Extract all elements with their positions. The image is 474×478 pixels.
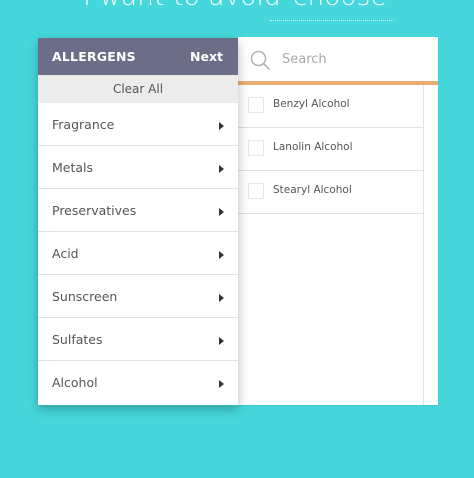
category-item-sulfates[interactable]: Sulfates (38, 318, 238, 361)
caret-right-icon (219, 251, 224, 259)
search-input[interactable] (282, 48, 430, 70)
next-button[interactable]: Next (190, 49, 223, 64)
search-bar (238, 37, 438, 85)
option-row[interactable]: Stearyl Alcohol (238, 171, 423, 214)
category-item-preservatives[interactable]: Preservatives (38, 189, 238, 232)
caret-right-icon (219, 294, 224, 302)
menu-title: ALLERGENS (52, 49, 136, 64)
option-checkbox[interactable] (248, 97, 264, 113)
category-label: Sulfates (52, 332, 103, 347)
allergen-category-menu: ALLERGENS Next Clear All Fragrance Metal… (38, 38, 238, 405)
option-label: Benzyl Alcohol (273, 98, 350, 110)
caret-right-icon (219, 208, 224, 216)
category-label: Sunscreen (52, 289, 118, 304)
category-label: Fragrance (52, 117, 115, 132)
caret-right-icon (219, 165, 224, 173)
category-list: Fragrance Metals Preservatives Acid Suns… (38, 103, 238, 403)
caret-right-icon (219, 122, 224, 130)
menu-header: ALLERGENS Next (38, 38, 238, 75)
option-label: Lanolin Alcohol (273, 141, 353, 153)
allergen-options-panel: Benzyl Alcohol Lanolin Alcohol Stearyl A… (238, 37, 438, 405)
heading-choose-dropdown[interactable]: choose (289, 0, 391, 12)
option-row[interactable]: Lanolin Alcohol (238, 128, 423, 171)
category-label: Acid (52, 246, 79, 261)
category-item-alcohol[interactable]: Alcohol (38, 361, 238, 403)
category-item-metals[interactable]: Metals (38, 146, 238, 189)
page-heading: I want to avoid choose (0, 0, 474, 12)
option-checkbox[interactable] (248, 140, 264, 156)
search-icon (250, 50, 270, 70)
category-item-acid[interactable]: Acid (38, 232, 238, 275)
option-list: Benzyl Alcohol Lanolin Alcohol Stearyl A… (238, 85, 424, 405)
category-item-fragrance[interactable]: Fragrance (38, 103, 238, 146)
option-checkbox[interactable] (248, 183, 264, 199)
heading-prefix: I want to avoid (83, 0, 281, 12)
caret-right-icon (219, 337, 224, 345)
heading-choose-underline (270, 20, 394, 21)
option-row[interactable]: Benzyl Alcohol (238, 85, 423, 128)
category-label: Alcohol (52, 375, 98, 390)
clear-all-button[interactable]: Clear All (38, 75, 238, 103)
category-item-sunscreen[interactable]: Sunscreen (38, 275, 238, 318)
category-label: Preservatives (52, 203, 137, 218)
caret-right-icon (219, 380, 224, 388)
category-label: Metals (52, 160, 94, 175)
option-label: Stearyl Alcohol (273, 184, 352, 196)
